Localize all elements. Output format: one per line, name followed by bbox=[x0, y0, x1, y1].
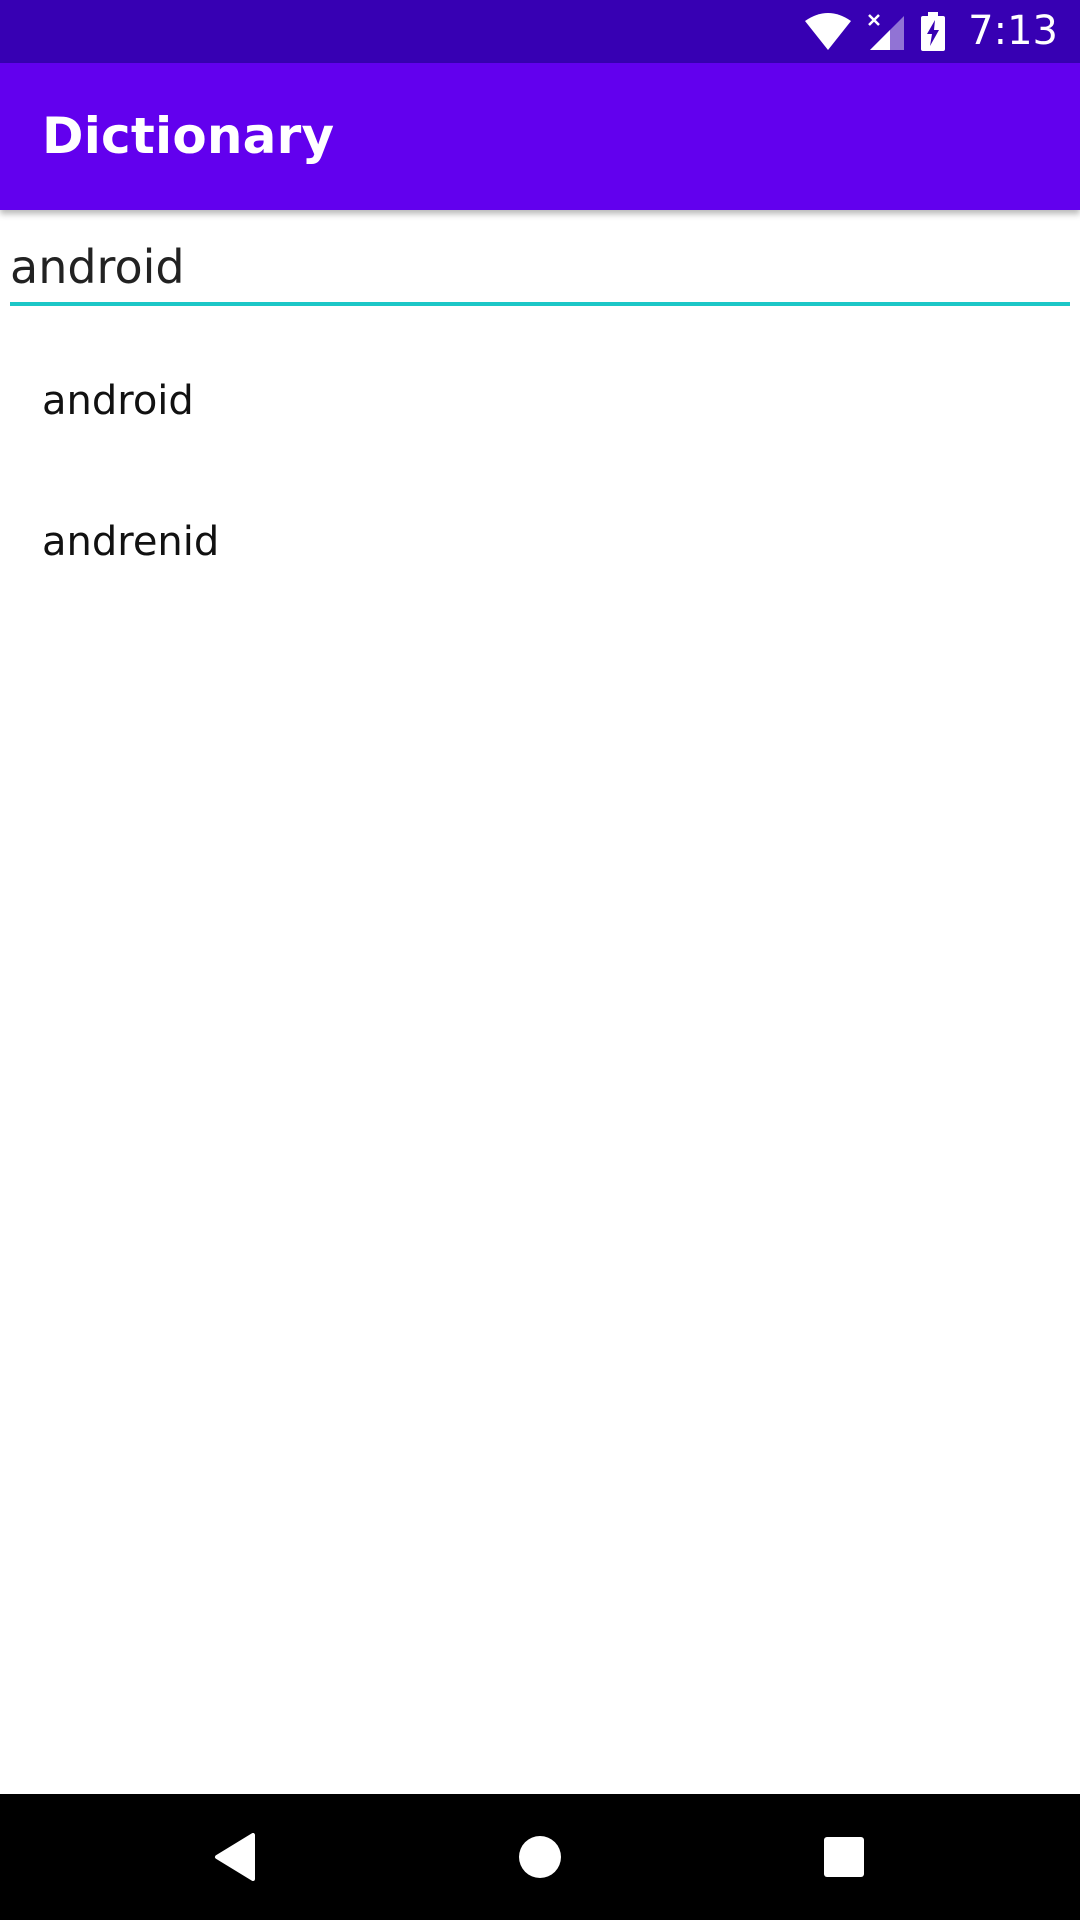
app-title: Dictionary bbox=[42, 107, 335, 165]
home-button[interactable] bbox=[480, 1794, 600, 1920]
home-circle-icon bbox=[518, 1835, 562, 1879]
status-bar: 7:13 bbox=[0, 0, 1080, 63]
recents-square-icon bbox=[823, 1836, 865, 1878]
status-time: 7:13 bbox=[968, 8, 1058, 54]
signal-no-sim-icon bbox=[866, 12, 906, 52]
battery-charging-icon bbox=[920, 11, 946, 52]
back-button[interactable] bbox=[175, 1794, 295, 1920]
result-list: android andrenid bbox=[0, 330, 1080, 612]
recents-button[interactable] bbox=[784, 1794, 904, 1920]
back-triangle-icon bbox=[213, 1833, 257, 1881]
search-input[interactable] bbox=[10, 232, 1070, 306]
app-bar: Dictionary bbox=[0, 63, 1080, 210]
search-field bbox=[10, 232, 1070, 310]
list-item[interactable]: andrenid bbox=[0, 471, 1080, 612]
wifi-icon bbox=[804, 12, 852, 51]
status-icons: 7:13 bbox=[804, 0, 1058, 63]
list-item[interactable]: android bbox=[0, 330, 1080, 471]
navigation-bar bbox=[0, 1794, 1080, 1920]
